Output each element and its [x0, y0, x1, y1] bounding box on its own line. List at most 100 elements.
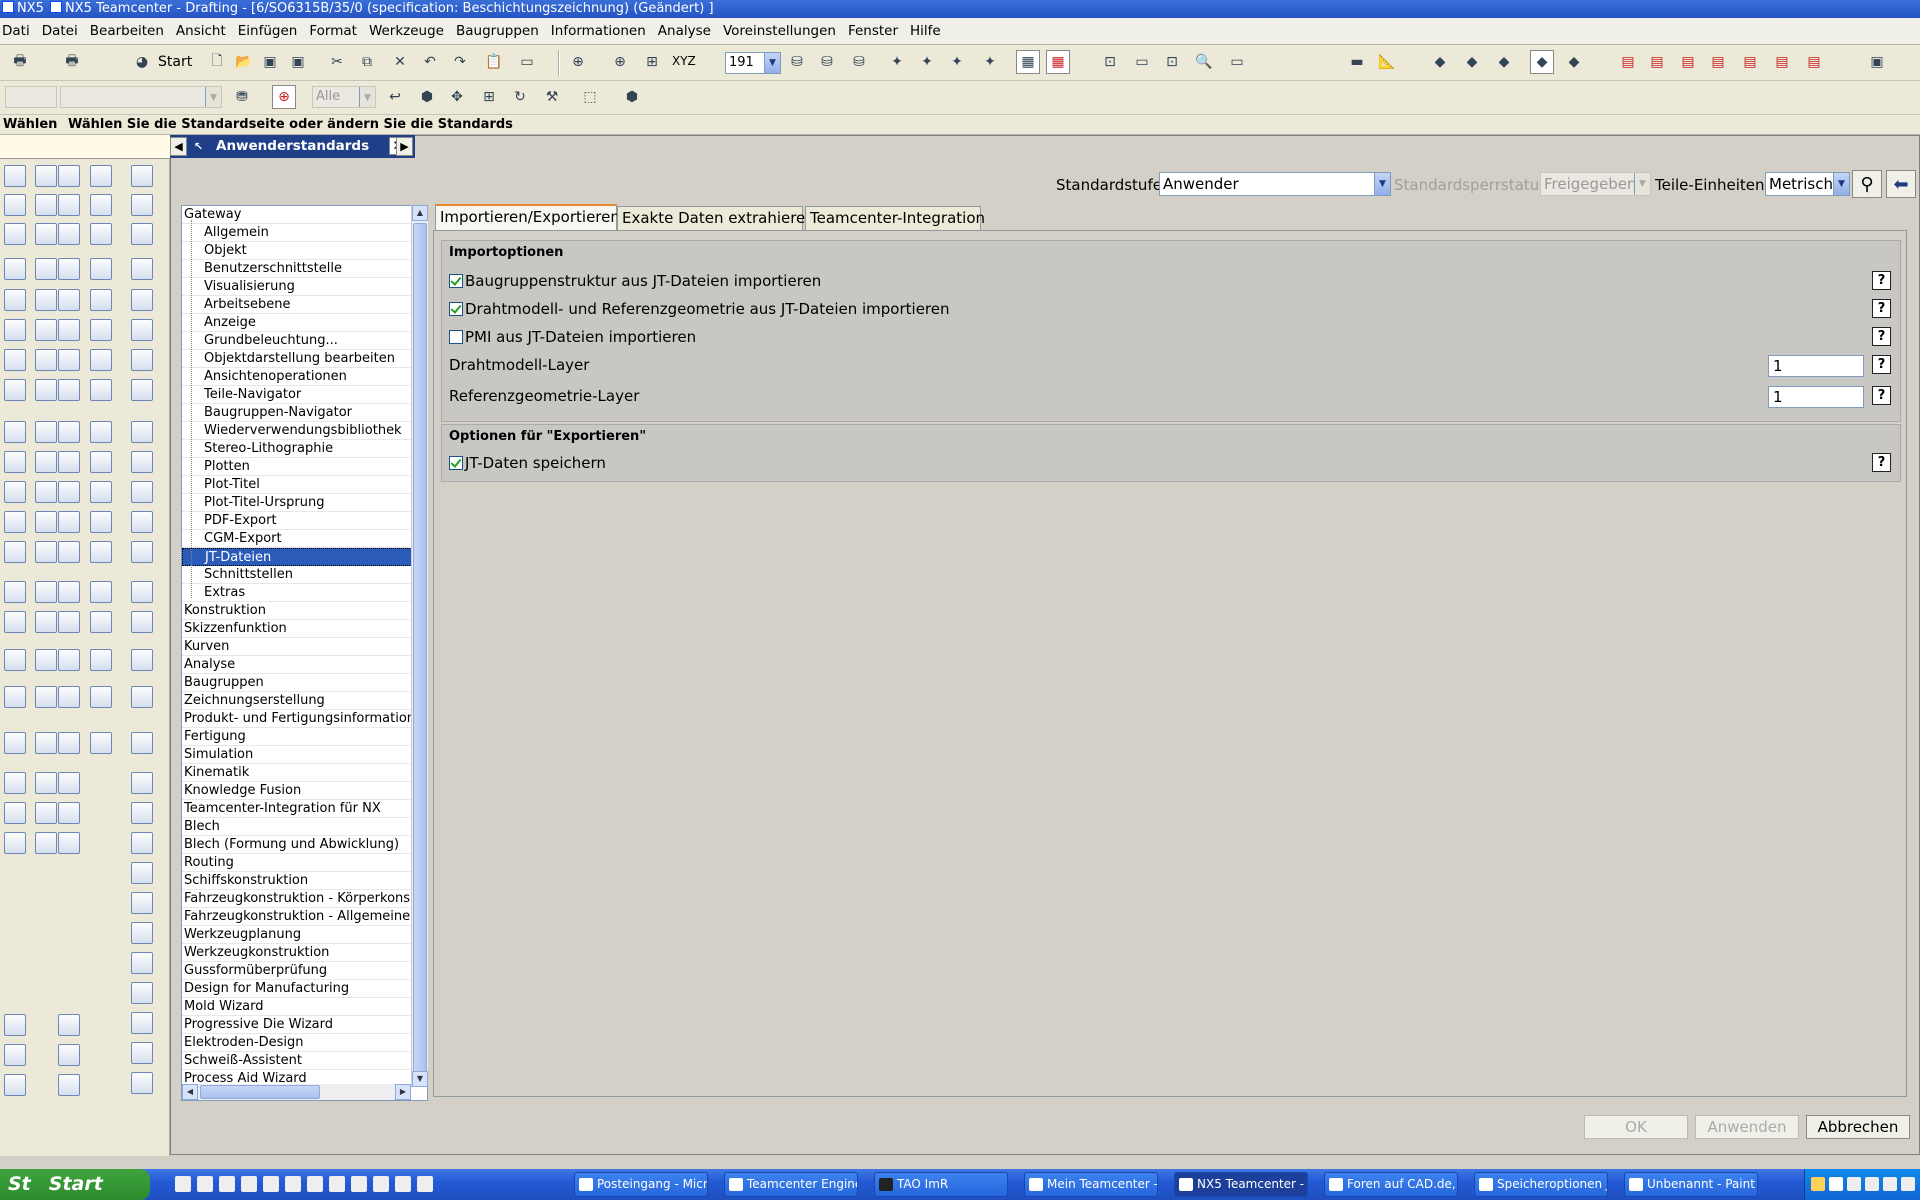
centerline-icon[interactable] [4, 732, 26, 754]
edit-display-icon[interactable]: ✦ [945, 50, 969, 74]
rectangle-select-icon[interactable]: ⬚ [578, 85, 602, 109]
curve-dim-icon[interactable] [131, 223, 153, 245]
tree-item-child[interactable]: Arbeitsebene [182, 296, 412, 314]
zoom-window-icon[interactable]: ▭ [1130, 50, 1154, 74]
quick-launch-icon[interactable] [395, 1176, 411, 1192]
annotation10-icon[interactable] [58, 451, 80, 473]
help-icon[interactable]: ? [1872, 355, 1891, 374]
move-icon[interactable]: ✥ [445, 85, 469, 109]
curve-break-icon[interactable] [131, 451, 153, 473]
curve-copy-icon[interactable] [131, 686, 153, 708]
tree-item-category[interactable]: Baugruppen [182, 674, 412, 692]
scroll-down-icon[interactable]: ▼ [412, 1071, 428, 1087]
tree-item-child[interactable]: Allgemein [182, 224, 412, 242]
task-speicheroptionen[interactable]: Speicheroptionen J... [1474, 1172, 1608, 1197]
orient-view-icon[interactable]: ▭ [1225, 50, 1249, 74]
task-cad-forum[interactable]: Foren auf CAD.de, ... [1324, 1172, 1458, 1197]
curve-node-icon[interactable] [131, 862, 153, 884]
curve-pen-icon[interactable] [131, 772, 153, 794]
dim-hole-icon[interactable] [35, 421, 57, 443]
tab-import-export[interactable]: Importieren/Exportieren [435, 204, 620, 231]
menu-datei[interactable]: Datei [36, 23, 84, 39]
curve-rotate-icon[interactable] [131, 611, 153, 633]
curve-chamfer-icon[interactable] [131, 379, 153, 401]
sym-target-icon[interactable] [35, 732, 57, 754]
save-jt-option[interactable]: JT-Daten speichern [449, 453, 606, 473]
tree-item-child[interactable]: Stereo-Lithographie [182, 440, 412, 458]
tree-item-category[interactable]: Analyse [182, 656, 412, 674]
tab-exact-data[interactable]: Exakte Daten extrahieren [617, 206, 815, 230]
note-icon[interactable] [4, 165, 26, 187]
tray-icon[interactable] [1829, 1177, 1843, 1191]
hatch-icon[interactable] [4, 1014, 26, 1036]
sketch-fillet-icon[interactable] [90, 289, 112, 311]
tree-item-category[interactable]: Produkt- und Fertigungsinformation [182, 710, 415, 728]
annotation4-icon[interactable] [58, 258, 80, 280]
curve-text-icon[interactable] [131, 732, 153, 754]
section-icon[interactable]: ◆ [1562, 50, 1586, 74]
tree-item-category[interactable]: Blech (Formung und Abwicklung) [182, 836, 412, 854]
sketch-dim-icon[interactable] [90, 649, 112, 671]
standardstufe-select[interactable]: Anwender ▼ [1159, 172, 1391, 196]
einheiten-select[interactable]: Metrisch ▼ [1765, 172, 1850, 196]
tree-item-child[interactable]: Objekt [182, 242, 412, 260]
tree-item-category[interactable]: Skizzenfunktion [182, 620, 412, 638]
tree-item-child[interactable]: Grundbeleuchtung... [182, 332, 412, 350]
menu-fenster[interactable]: Fenster [842, 23, 904, 39]
filter-all-select[interactable]: Alle ▼ [312, 86, 376, 108]
scroll-right-icon[interactable]: ▶ [395, 1084, 411, 1100]
parts-list-palette-icon[interactable] [4, 611, 26, 633]
annotation7-icon[interactable] [58, 349, 80, 371]
open-icon[interactable]: 📂 [232, 50, 256, 74]
dim-circle-icon[interactable] [35, 686, 57, 708]
ok-button[interactable]: OK [1584, 1115, 1688, 1139]
curve-bowtie-icon[interactable] [131, 982, 153, 1004]
curve-arc-icon[interactable] [131, 289, 153, 311]
tree-item-category[interactable]: Progressive Die Wizard [182, 1016, 412, 1034]
import-wireframe-option[interactable]: Drahtmodell- und Referenzgeometrie aus J… [449, 299, 950, 319]
tree-item-child[interactable]: Visualisierung [182, 278, 412, 296]
paste-icon[interactable]: 📋 [482, 50, 506, 74]
tree-item-category[interactable]: Simulation [182, 746, 412, 764]
snap-point-icon[interactable]: ⊕ [566, 50, 590, 74]
annotation12-icon[interactable] [58, 511, 80, 533]
manage-icon[interactable]: ⬅ [1886, 170, 1916, 198]
tree-item-category[interactable]: Kurven [182, 638, 412, 656]
annotation6-icon[interactable] [58, 319, 80, 341]
quick-launch-icon[interactable] [307, 1176, 323, 1192]
block-icon[interactable]: ⬢ [415, 85, 439, 109]
zoom-in-out-icon[interactable]: 🔍 [1192, 50, 1216, 74]
dim-diameter-icon[interactable] [35, 451, 57, 473]
scroll-up-icon[interactable]: ▲ [412, 205, 428, 221]
sketch-spline-icon[interactable] [90, 379, 112, 401]
sketch-line-icon[interactable] [90, 194, 112, 216]
dim-arc-icon[interactable] [35, 511, 57, 533]
curve-offset-icon[interactable] [131, 258, 153, 280]
help-icon[interactable]: ? [1872, 453, 1891, 472]
snap-grid-icon[interactable]: ▦ [1046, 50, 1070, 74]
dim-thickness-icon[interactable] [35, 541, 57, 563]
dim-chain-icon[interactable] [35, 611, 57, 633]
print-icon[interactable]: 🖶 [8, 50, 32, 74]
dim-balloon-icon[interactable] [35, 832, 57, 854]
task-tao-imr[interactable]: TAO ImR [874, 1172, 1008, 1197]
selection-scope-select[interactable]: ▼ [60, 86, 222, 108]
tree-item-category[interactable]: Teamcenter-Integration für NX [182, 800, 412, 818]
reference-layer-input[interactable]: 1 [1768, 386, 1864, 408]
tree-item-child[interactable]: Benutzerschnittstelle [182, 260, 412, 278]
quick-launch-icon[interactable] [329, 1176, 345, 1192]
annotation-icon[interactable] [58, 165, 80, 187]
dim-ordinate-icon[interactable] [35, 581, 57, 603]
tree-item-child[interactable]: Objektdarstellung bearbeiten [182, 350, 412, 368]
curve-angle-icon[interactable] [131, 319, 153, 341]
sketch-arc-icon[interactable] [90, 223, 112, 245]
menu-analyse[interactable]: Analyse [652, 23, 717, 39]
sketch-constraint-icon[interactable] [90, 611, 112, 633]
tab-teamcenter[interactable]: Teamcenter-Integration [805, 206, 985, 230]
insert-row-icon[interactable]: ▤ [1706, 50, 1730, 74]
undo-selection-icon[interactable]: ↩ [383, 85, 407, 109]
measure-icon[interactable]: ⊞ [640, 50, 664, 74]
dim-cylindrical-icon[interactable] [35, 379, 57, 401]
tree-item-category[interactable]: Fahrzeugkonstruktion - Allgemeine [182, 908, 412, 926]
insert-col-icon[interactable]: ▤ [1738, 50, 1762, 74]
